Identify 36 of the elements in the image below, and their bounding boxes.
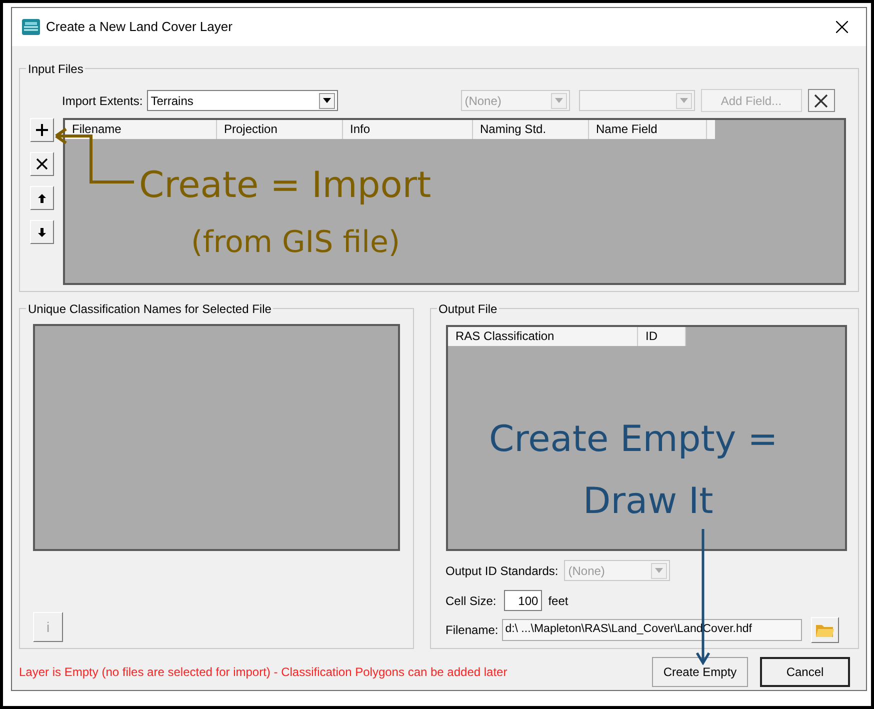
close-icon — [836, 21, 848, 33]
dialog-button[interactable]: Create Empty — [652, 657, 748, 687]
delete-button[interactable] — [30, 152, 54, 176]
annotation-text: Create = Import — [139, 164, 432, 208]
browse-button[interactable] — [811, 617, 840, 643]
close-icon — [36, 158, 48, 170]
column-header[interactable]: Projection — [217, 120, 343, 139]
column-header[interactable]: Filename — [65, 120, 217, 139]
move-up-button[interactable] — [30, 186, 54, 210]
column-header[interactable]: Name Field — [589, 120, 707, 139]
annotation-text: (from GIS file) — [191, 224, 400, 262]
column-header[interactable]: ID — [638, 327, 686, 346]
move-down-button[interactable] — [30, 220, 54, 244]
app-icon — [22, 19, 40, 35]
close-icon — [814, 94, 828, 108]
field-label: Filename: — [446, 622, 498, 639]
status-message: Layer is Empty (no files are selected for import) - Classification Polygons can be added later — [19, 664, 508, 681]
field-label: Output ID Standards: — [446, 562, 558, 580]
down-arrow-icon — [38, 228, 46, 236]
remove-field-button[interactable] — [808, 89, 835, 112]
folder-icon — [815, 622, 836, 638]
unit-label: feet — [548, 592, 568, 610]
column-header[interactable]: Info — [343, 120, 473, 139]
field-label: Import Extents: — [62, 92, 143, 110]
plus-icon — [36, 124, 48, 136]
window-title: Create a New Land Cover Layer — [46, 18, 232, 36]
import-extents-dropdown[interactable]: Terrains — [146, 90, 338, 111]
dialog-button[interactable]: Cancel — [760, 657, 850, 687]
column-header[interactable]: Naming Std. — [473, 120, 589, 139]
up-arrow-icon — [38, 194, 46, 202]
annotation-text: Create Empty = — [489, 418, 778, 462]
add-button[interactable] — [30, 118, 54, 142]
field-label: Cell Size: — [446, 592, 496, 610]
cell-size-field[interactable]: 100 — [504, 590, 542, 611]
column-header[interactable]: RAS Classification — [448, 327, 638, 346]
annotation-text: Draw It — [583, 480, 714, 524]
